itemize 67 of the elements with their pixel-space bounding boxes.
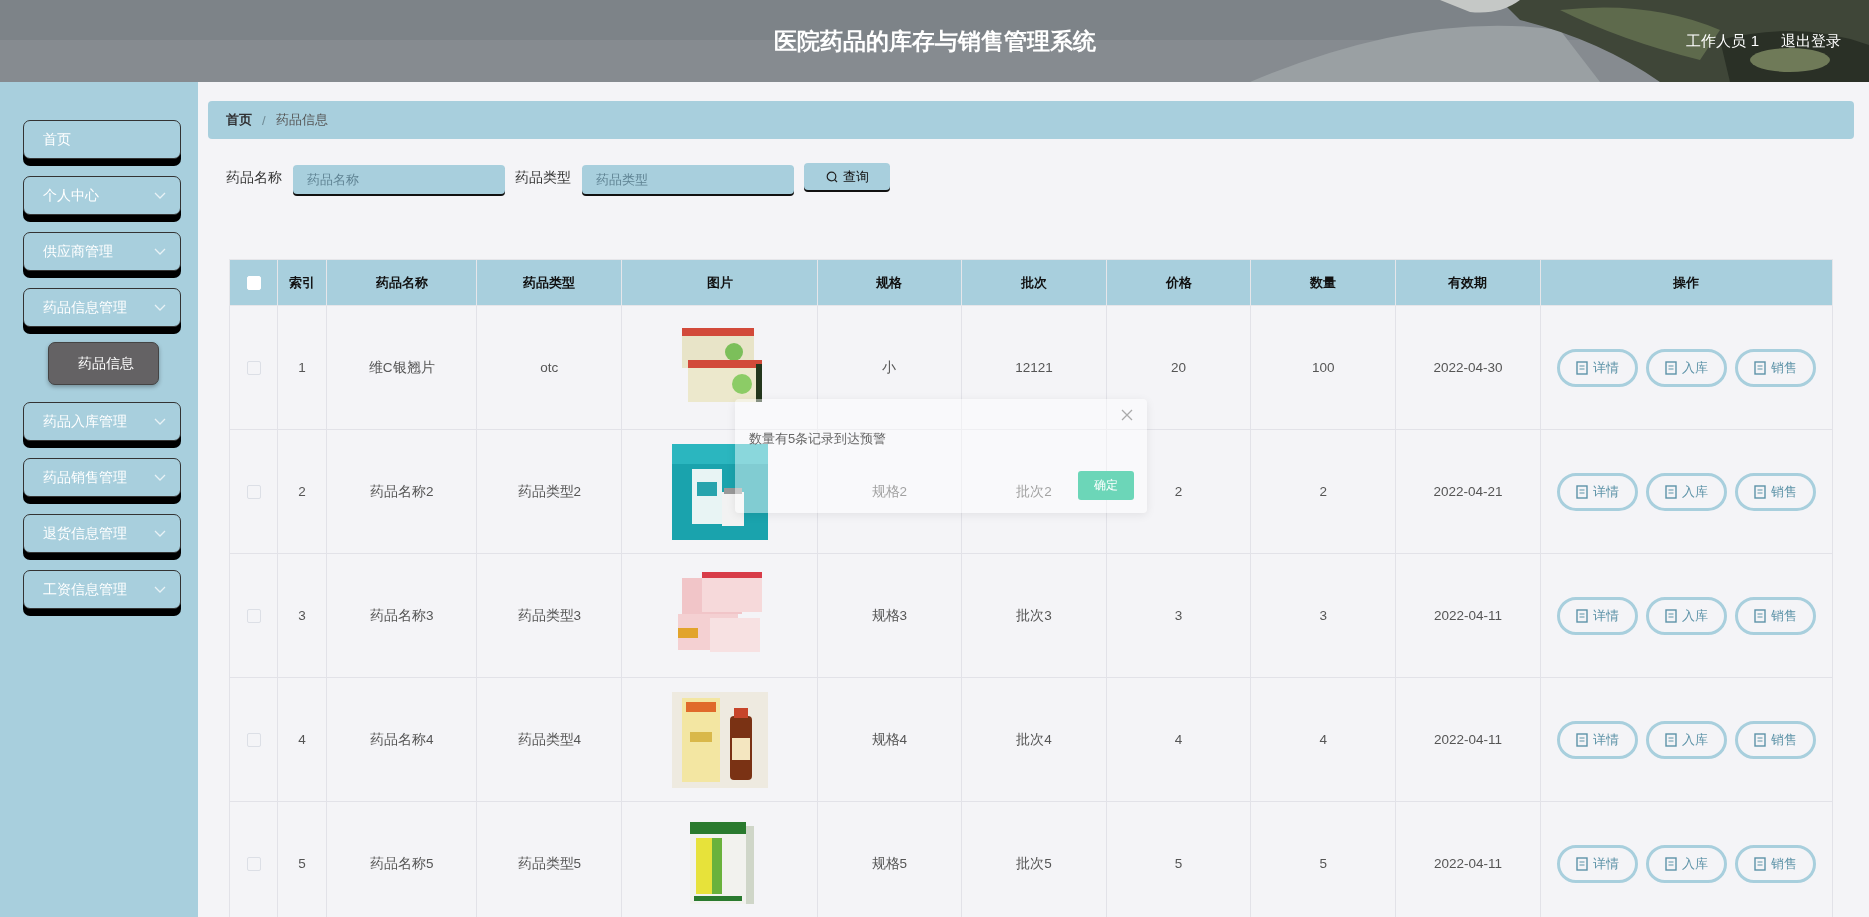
- table-cell: 规格3: [817, 553, 962, 678]
- breadcrumb-separator: /: [262, 112, 266, 128]
- column-header: 批次: [961, 259, 1107, 306]
- table-cell: 1: [277, 305, 327, 430]
- table-cell: 小: [817, 305, 962, 430]
- table-cell: 100: [1250, 305, 1396, 430]
- table-cell: 药品类型2: [476, 429, 622, 554]
- column-header: 索引: [277, 259, 327, 306]
- action-button[interactable]: 详情: [1556, 472, 1638, 511]
- table-cell: 批次4: [961, 677, 1107, 802]
- table-cell: 3: [1106, 553, 1251, 678]
- table-cell: 药品类型4: [476, 677, 622, 802]
- action-button[interactable]: 入库: [1645, 596, 1727, 635]
- table-cell: 12121: [961, 305, 1107, 430]
- table-cell: 3: [1250, 553, 1396, 678]
- table-cell: 4: [277, 677, 327, 802]
- user-name: 工作人员 1: [1686, 31, 1759, 51]
- table-cell: 4: [1106, 677, 1251, 802]
- table-cell: 药品类型3: [476, 553, 622, 678]
- field-label: 药品名称: [226, 169, 282, 187]
- table-cell: 2022-04-11: [1395, 553, 1541, 678]
- table-cell: otc: [476, 305, 622, 430]
- action-button[interactable]: 入库: [1645, 472, 1727, 511]
- column-header: 药品类型: [476, 259, 622, 306]
- action-button[interactable]: 详情: [1556, 720, 1638, 759]
- confirm-button[interactable]: 确定: [1078, 471, 1134, 500]
- table-cell: 规格4: [817, 677, 962, 802]
- table-cell: 2022-04-30: [1395, 305, 1541, 430]
- table-cell: 4: [1250, 677, 1396, 802]
- action-button[interactable]: 详情: [1556, 596, 1638, 635]
- sidebar-submenu-item[interactable]: 药品信息: [48, 342, 159, 385]
- table-cell: 3: [277, 553, 327, 678]
- table-cell: 2022-04-21: [1395, 429, 1541, 554]
- column-header: 图片: [621, 259, 818, 306]
- table-cell: 2: [1250, 429, 1396, 554]
- table-cell: 20: [1106, 305, 1251, 430]
- dialog-message: 数量有5条记录到达预警: [749, 430, 887, 448]
- table-cell: 药品名称4: [326, 677, 477, 802]
- column-header: 数量: [1250, 259, 1396, 306]
- column-header: 操作: [1540, 259, 1833, 306]
- action-button[interactable]: 销售: [1734, 720, 1816, 759]
- action-button[interactable]: 入库: [1645, 844, 1727, 883]
- table-cell: 2022-04-11: [1395, 677, 1541, 802]
- logout-link[interactable]: 退出登录: [1781, 31, 1841, 51]
- breadcrumb-link[interactable]: 首页: [226, 111, 252, 129]
- search-field[interactable]: 药品类型: [582, 165, 794, 194]
- table-cell: 批次3: [961, 553, 1107, 678]
- column-header: 规格: [817, 259, 962, 306]
- table-cell: 药品名称3: [326, 553, 477, 678]
- table-cell: 药品名称2: [326, 429, 477, 554]
- search-button[interactable]: 查询: [804, 163, 890, 190]
- action-button[interactable]: 销售: [1734, 472, 1816, 511]
- table-cell: 2: [277, 429, 327, 554]
- action-button[interactable]: 销售: [1734, 844, 1816, 883]
- action-button[interactable]: 入库: [1645, 348, 1727, 387]
- action-button[interactable]: 详情: [1556, 348, 1638, 387]
- action-button[interactable]: 销售: [1734, 348, 1816, 387]
- action-button[interactable]: 入库: [1645, 720, 1727, 759]
- action-button[interactable]: 销售: [1734, 596, 1816, 635]
- table-cell: 维C银翘片: [326, 305, 477, 430]
- search-field[interactable]: 药品名称: [293, 165, 505, 194]
- column-header: 价格: [1106, 259, 1251, 306]
- column-header: 有效期: [1395, 259, 1541, 306]
- action-button[interactable]: 详情: [1556, 844, 1638, 883]
- column-header: 药品名称: [326, 259, 477, 306]
- field-label: 药品类型: [515, 169, 571, 187]
- app-title: 医院药品的库存与销售管理系统: [773, 26, 1096, 56]
